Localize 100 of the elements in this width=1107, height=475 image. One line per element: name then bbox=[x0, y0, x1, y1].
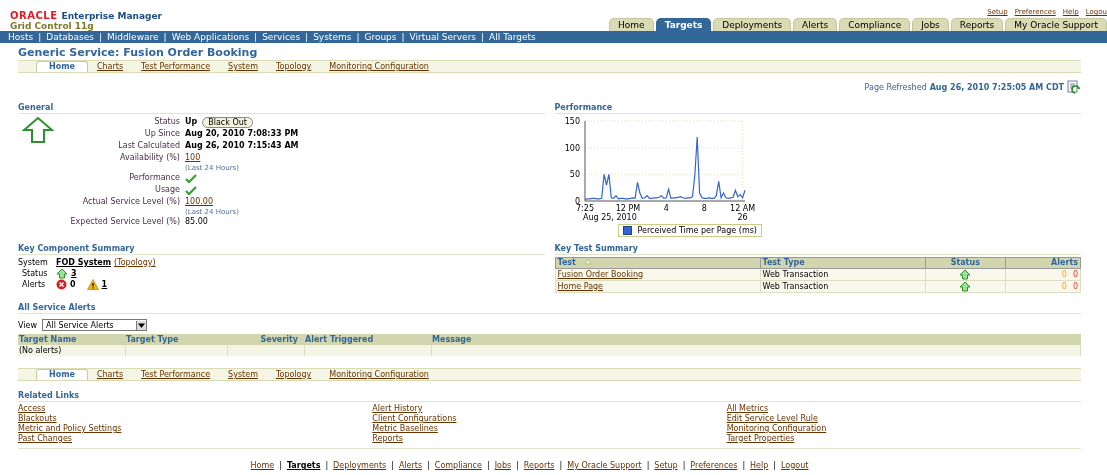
footer-link[interactable]: Reports bbox=[523, 461, 555, 470]
test-link[interactable]: Home Page bbox=[557, 281, 604, 291]
column-header[interactable]: Status bbox=[925, 257, 1006, 269]
x-date-label: Aug 25, 2010 bbox=[582, 213, 637, 222]
test-link[interactable]: Fusion Order Booking bbox=[557, 269, 644, 279]
refresh-icon[interactable] bbox=[1067, 80, 1081, 94]
main-tab[interactable]: Compliance bbox=[839, 18, 911, 31]
topology-link[interactable]: (Topology) bbox=[114, 257, 156, 268]
separator: | bbox=[559, 461, 563, 470]
main-tab[interactable]: My Oracle Support bbox=[1005, 18, 1107, 31]
related-link[interactable]: Past Changes bbox=[18, 434, 72, 444]
related-link[interactable]: Client Configurations bbox=[372, 414, 457, 424]
column-header[interactable]: Test bbox=[555, 257, 760, 269]
status-value: Up bbox=[185, 116, 198, 128]
subnav-link[interactable]: Middleware bbox=[106, 31, 159, 43]
footer-link[interactable]: Help bbox=[750, 461, 769, 470]
outage-button[interactable]: Black Out bbox=[202, 116, 253, 128]
subtab[interactable]: Topology bbox=[266, 370, 321, 380]
related-link[interactable]: Monitoring Configuration bbox=[726, 424, 827, 434]
critical-icon bbox=[56, 279, 67, 290]
separator: | bbox=[98, 31, 102, 43]
subnav-link[interactable]: Databases bbox=[46, 31, 94, 43]
footer-link[interactable]: Preferences bbox=[690, 461, 738, 470]
subtab[interactable]: Topology bbox=[266, 62, 321, 72]
field-label: Status bbox=[153, 116, 180, 128]
status-count-link[interactable]: 3 bbox=[71, 268, 77, 279]
footer-link[interactable]: Alerts bbox=[398, 461, 423, 470]
section-heading: Related Links bbox=[18, 391, 1081, 402]
related-link[interactable]: Blackouts bbox=[18, 414, 57, 424]
subtab[interactable]: Home bbox=[36, 61, 88, 72]
subtab[interactable]: System bbox=[219, 62, 267, 72]
subtab[interactable]: Test Performance bbox=[132, 62, 220, 72]
main-tab[interactable]: Reports bbox=[950, 18, 1004, 31]
subnav-link[interactable]: Systems bbox=[313, 31, 352, 43]
table-cell: (No alerts) bbox=[18, 345, 125, 356]
value-link[interactable]: 100 bbox=[185, 152, 239, 164]
view-dropdown[interactable]: All Service Alerts bbox=[42, 319, 147, 331]
main-tab[interactable]: Home bbox=[609, 18, 654, 31]
column-header: Severity bbox=[227, 334, 304, 345]
separator: | bbox=[38, 31, 42, 43]
main-tab[interactable]: Jobs bbox=[912, 18, 949, 31]
footer-link[interactable]: Setup bbox=[654, 461, 678, 470]
separator: | bbox=[401, 31, 405, 43]
footer-link[interactable]: My Oracle Support bbox=[567, 461, 642, 470]
subnav-link[interactable]: Virtual Servers bbox=[409, 31, 477, 43]
main-tab[interactable]: Deployments bbox=[713, 18, 792, 31]
warning-count-link[interactable]: 1 bbox=[101, 279, 108, 290]
field-value: Aug 26, 2010 7:15:43 AM bbox=[185, 140, 299, 152]
separator: | bbox=[391, 461, 394, 470]
separator: | bbox=[305, 31, 309, 43]
subtab[interactable]: Monitoring Configuration bbox=[320, 370, 438, 380]
page-title: Generic Service: Fusion Order Booking bbox=[18, 46, 259, 59]
subnav-link[interactable]: Web Applications bbox=[171, 31, 250, 43]
subtab[interactable]: Charts bbox=[87, 370, 133, 380]
critical-count: 0 bbox=[1072, 281, 1078, 291]
related-link[interactable]: Edit Service Level Rule bbox=[726, 414, 818, 424]
footer-link[interactable]: Home bbox=[250, 461, 275, 470]
subtab[interactable]: Test Performance bbox=[132, 370, 220, 380]
subnav-link[interactable]: Groups bbox=[364, 31, 397, 43]
section-heading: All Service Alerts bbox=[18, 303, 1081, 314]
subtab[interactable]: Home bbox=[36, 369, 88, 380]
critical-count: 0 bbox=[70, 279, 76, 290]
related-link[interactable]: Reports bbox=[372, 434, 403, 444]
subnav-link[interactable]: All Targets bbox=[489, 31, 536, 43]
separator: | bbox=[486, 461, 490, 470]
oracle-logo: ORACLE bbox=[10, 11, 58, 21]
footer-link[interactable]: Deployments bbox=[333, 461, 387, 470]
subtab[interactable]: System bbox=[219, 370, 267, 380]
warning-icon bbox=[86, 279, 99, 290]
related-link[interactable]: Alert History bbox=[372, 404, 423, 414]
column-header: Target Type bbox=[125, 334, 227, 345]
status-up-arrow-icon bbox=[22, 117, 54, 143]
subnav-link[interactable]: Hosts bbox=[8, 31, 34, 43]
y-tick-label: 50 bbox=[569, 170, 580, 180]
related-link[interactable]: Metric and Policy Settings bbox=[18, 424, 122, 434]
footer-link[interactable]: Targets bbox=[286, 461, 321, 470]
system-link[interactable]: FOD System bbox=[56, 257, 111, 268]
section-heading: Key Component Summary bbox=[18, 244, 545, 255]
footer-link[interactable]: Logout bbox=[781, 461, 809, 470]
related-link[interactable]: All Metrics bbox=[726, 404, 769, 414]
column-header: Message bbox=[431, 334, 1081, 345]
value-link[interactable]: 100.00 bbox=[185, 196, 239, 208]
subtab[interactable]: Monitoring Configuration bbox=[320, 62, 438, 72]
x-tick-label: 12 PM bbox=[615, 204, 640, 213]
related-link[interactable]: Metric Baselines bbox=[372, 424, 438, 434]
related-link[interactable]: Target Properties bbox=[726, 434, 795, 444]
related-link[interactable]: Access bbox=[18, 404, 46, 414]
footer-link[interactable]: Jobs bbox=[494, 461, 512, 470]
separator: | bbox=[481, 31, 485, 43]
subnav-link[interactable]: Services bbox=[262, 31, 301, 43]
footer-link[interactable]: Compliance bbox=[434, 461, 482, 470]
column-header: Alert Triggered bbox=[304, 334, 431, 345]
field-label: Status bbox=[21, 268, 49, 279]
main-tab[interactable]: Alerts bbox=[793, 18, 838, 31]
column-header[interactable]: Alerts bbox=[1005, 257, 1081, 269]
subtab[interactable]: Charts bbox=[87, 62, 133, 72]
critical-count: 0 bbox=[1072, 269, 1078, 279]
warning-count: 0 bbox=[1061, 269, 1067, 279]
main-tab[interactable]: Targets bbox=[655, 18, 712, 31]
column-header[interactable]: Test Type bbox=[760, 257, 925, 269]
